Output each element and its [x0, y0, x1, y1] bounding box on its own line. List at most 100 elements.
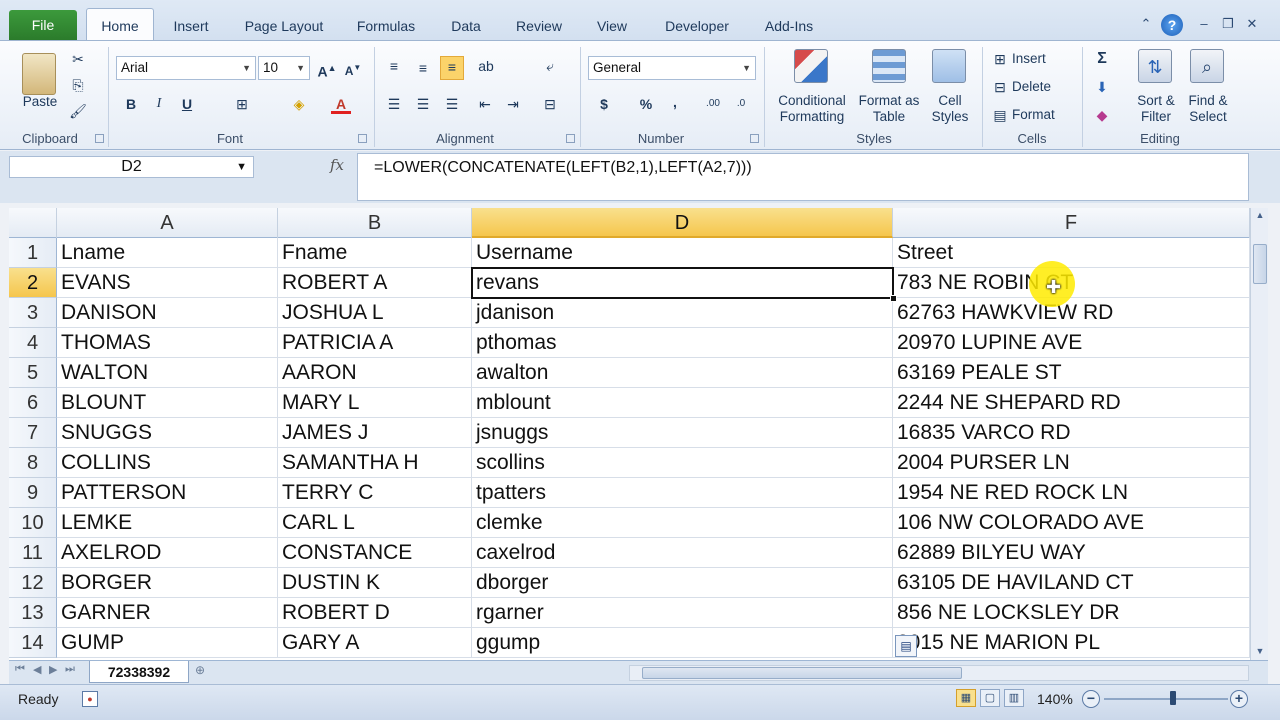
cell-b[interactable]: SAMANTHA H: [278, 448, 472, 478]
align-center-icon[interactable]: ☰: [413, 94, 433, 114]
row-header[interactable]: 5: [9, 358, 57, 388]
insert-sheet-icon[interactable]: ⊕: [195, 663, 221, 681]
cell-a[interactable]: Lname: [57, 238, 278, 268]
italic-button[interactable]: I: [149, 94, 169, 114]
sort-filter-button[interactable]: Sort & Filter: [1128, 93, 1184, 125]
row-header[interactable]: 11: [9, 538, 57, 568]
row-header[interactable]: 7: [9, 418, 57, 448]
cell-d[interactable]: dborger: [472, 568, 893, 598]
cell-a[interactable]: GARNER: [57, 598, 278, 628]
column-header-f[interactable]: F: [893, 208, 1250, 238]
tab-home[interactable]: Home: [86, 8, 154, 41]
page-layout-view-icon[interactable]: ▢: [980, 689, 1000, 707]
tab-insert[interactable]: Insert: [160, 12, 222, 40]
cell-a[interactable]: COLLINS: [57, 448, 278, 478]
sheet-tab[interactable]: 72338392: [89, 661, 189, 683]
decrease-indent-icon[interactable]: ⇤: [475, 94, 495, 114]
conditional-formatting-button[interactable]: Conditional Formatting: [770, 93, 854, 125]
clipboard-launcher-icon[interactable]: [95, 134, 104, 143]
last-sheet-icon[interactable]: ⏭: [65, 663, 75, 676]
cell-f[interactable]: 1954 NE RED ROCK LN: [893, 478, 1250, 508]
row-header[interactable]: 8: [9, 448, 57, 478]
autosum-button[interactable]: Σ: [1092, 49, 1112, 69]
find-select-icon[interactable]: ⌕: [1190, 49, 1224, 83]
format-as-table-button[interactable]: Format as Table: [854, 93, 924, 125]
align-left-icon[interactable]: ☰: [384, 94, 404, 114]
font-color-icon[interactable]: A: [331, 94, 351, 114]
format-painter-icon[interactable]: 🖌: [68, 101, 88, 121]
cell-styles-icon[interactable]: [932, 49, 966, 83]
name-box[interactable]: D2 ▼: [9, 156, 254, 178]
cell-b[interactable]: CONSTANCE: [278, 538, 472, 568]
row-header[interactable]: 1: [9, 238, 57, 268]
cell-b[interactable]: Fname: [278, 238, 472, 268]
wrap-text-icon[interactable]: ⤶: [540, 56, 560, 76]
row-header[interactable]: 9: [9, 478, 57, 508]
cell-b[interactable]: CARL L: [278, 508, 472, 538]
percent-button[interactable]: %: [636, 94, 656, 114]
cell-d[interactable]: tpatters: [472, 478, 893, 508]
tab-developer[interactable]: Developer: [655, 12, 739, 40]
cell-d[interactable]: clemke: [472, 508, 893, 538]
fill-icon[interactable]: ⬇: [1092, 77, 1112, 97]
cell-d[interactable]: rgarner: [472, 598, 893, 628]
shrink-font-icon[interactable]: A▼: [342, 58, 364, 78]
cell-a[interactable]: PATTERSON: [57, 478, 278, 508]
paste-icon[interactable]: [22, 53, 56, 95]
cell-b[interactable]: TERRY C: [278, 478, 472, 508]
vertical-scrollbar[interactable]: ▲ ▼: [1250, 208, 1268, 660]
cell-a[interactable]: BLOUNT: [57, 388, 278, 418]
prev-sheet-icon[interactable]: ◀: [33, 663, 41, 676]
cell-b[interactable]: AARON: [278, 358, 472, 388]
row-header[interactable]: 3: [9, 298, 57, 328]
cell-a[interactable]: DANISON: [57, 298, 278, 328]
cell-a[interactable]: WALTON: [57, 358, 278, 388]
row-header[interactable]: 14: [9, 628, 57, 658]
next-sheet-icon[interactable]: ▶: [49, 663, 57, 676]
cell-b[interactable]: ROBERT D: [278, 598, 472, 628]
cell-d[interactable]: pthomas: [472, 328, 893, 358]
cell-b[interactable]: GARY A: [278, 628, 472, 658]
cell-f[interactable]: 20970 LUPINE AVE: [893, 328, 1250, 358]
window-close-icon[interactable]: ✕: [1243, 16, 1261, 32]
row-header[interactable]: 12: [9, 568, 57, 598]
cell-d[interactable]: Username: [472, 238, 893, 268]
cell-d[interactable]: ggump: [472, 628, 893, 658]
cell-b[interactable]: JOSHUA L: [278, 298, 472, 328]
cell-styles-button[interactable]: Cell Styles: [922, 93, 978, 125]
cell-a[interactable]: LEMKE: [57, 508, 278, 538]
bold-button[interactable]: B: [121, 94, 141, 114]
underline-button[interactable]: U: [177, 94, 197, 114]
cell-a[interactable]: GUMP: [57, 628, 278, 658]
normal-view-icon[interactable]: ▦: [956, 689, 976, 707]
decrease-decimal-icon[interactable]: .0: [731, 94, 751, 114]
tab-formulas[interactable]: Formulas: [347, 12, 425, 40]
select-all-corner[interactable]: [9, 208, 57, 238]
format-cells-button[interactable]: Format: [1012, 107, 1068, 123]
cell-b[interactable]: ROBERT A: [278, 268, 472, 298]
vertical-scroll-thumb[interactable]: [1253, 244, 1267, 284]
cell-a[interactable]: EVANS: [57, 268, 278, 298]
tab-data[interactable]: Data: [442, 12, 490, 40]
zoom-level[interactable]: 140%: [1037, 691, 1073, 707]
row-header[interactable]: 6: [9, 388, 57, 418]
format-cells-icon[interactable]: ▤: [990, 105, 1010, 125]
row-header[interactable]: 13: [9, 598, 57, 628]
cell-d[interactable]: awalton: [472, 358, 893, 388]
horizontal-scrollbar[interactable]: [629, 665, 1249, 681]
autofill-options-icon[interactable]: ▤: [895, 635, 917, 657]
cell-f[interactable]: 856 NE LOCKSLEY DR: [893, 598, 1250, 628]
tab-page-layout[interactable]: Page Layout: [236, 12, 332, 40]
help-icon[interactable]: ?: [1161, 14, 1183, 36]
tab-review[interactable]: Review: [508, 12, 570, 40]
row-header[interactable]: 4: [9, 328, 57, 358]
zoom-out-icon[interactable]: −: [1082, 690, 1100, 708]
find-select-button[interactable]: Find & Select: [1180, 93, 1236, 125]
cell-b[interactable]: JAMES J: [278, 418, 472, 448]
grow-font-icon[interactable]: A▲: [316, 58, 338, 80]
column-header-b[interactable]: B: [278, 208, 472, 238]
tab-view[interactable]: View: [588, 12, 636, 40]
align-right-icon[interactable]: ☰: [442, 94, 462, 114]
cell-f[interactable]: 62763 HAWKVIEW RD: [893, 298, 1250, 328]
currency-button[interactable]: $: [594, 94, 614, 114]
